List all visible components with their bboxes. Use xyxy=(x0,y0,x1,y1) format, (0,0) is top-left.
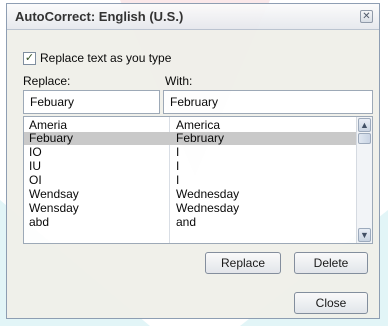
list-row[interactable]: IU I xyxy=(24,160,356,173)
replace-button[interactable]: Replace xyxy=(205,252,281,274)
with-input[interactable]: February xyxy=(163,90,373,114)
list-cell-with: I xyxy=(176,145,180,159)
scroll-down-icon[interactable]: ▼ xyxy=(358,228,371,242)
delete-button[interactable]: Delete xyxy=(294,252,368,274)
autocorrect-dialog: AutoCorrect: English (U.S.) ✕ ✓ Replace … xyxy=(6,3,380,319)
list-cell-replace: Wendsay xyxy=(29,187,79,201)
list-cell-replace: Febuary xyxy=(29,131,74,145)
replace-as-you-type-checkbox[interactable]: ✓ xyxy=(23,51,36,65)
replace-as-you-type-option[interactable]: ✓ Replace text as you type xyxy=(23,50,171,66)
list-cell-with: I xyxy=(176,159,180,173)
list-cell-with: February xyxy=(176,131,225,145)
list-cell-replace: abd xyxy=(29,215,50,229)
close-button[interactable]: Close xyxy=(294,292,368,314)
list-cell-replace: IO xyxy=(29,145,42,159)
replace-as-you-type-label: Replace text as you type xyxy=(40,51,172,65)
list-row[interactable]: abd and xyxy=(24,216,356,229)
close-icon[interactable]: ✕ xyxy=(360,10,373,23)
with-column-label: With: xyxy=(165,74,193,88)
dialog-title: AutoCorrect: English (U.S.) xyxy=(15,9,184,24)
scroll-up-icon[interactable]: ▲ xyxy=(358,118,371,132)
list-row[interactable]: Wendsay Wednesday xyxy=(24,188,356,201)
scroll-thumb[interactable] xyxy=(358,133,371,144)
replace-column-label: Replace: xyxy=(23,74,71,88)
list-cell-with: and xyxy=(176,215,197,229)
list-cell-replace: OI xyxy=(29,173,42,187)
list-row[interactable]: Wensday Wednesday xyxy=(24,202,356,215)
list-cell-with: I xyxy=(176,173,180,187)
list-row[interactable]: IO I xyxy=(24,146,356,159)
list-cell-replace: IU xyxy=(29,159,41,173)
list-row[interactable]: OI I xyxy=(24,174,356,187)
list-scrollbar[interactable]: ▲ ▼ xyxy=(356,117,372,243)
title-bar: AutoCorrect: English (U.S.) ✕ xyxy=(7,4,379,30)
list-cell-with: Wednesday xyxy=(176,187,240,201)
list-cell-with: Wednesday xyxy=(176,201,240,215)
list-cell-replace: Wensday xyxy=(29,201,79,215)
autocorrect-list[interactable]: Ameria America Febuary February IO I IU … xyxy=(23,116,373,244)
list-row-selected[interactable]: Febuary February xyxy=(24,132,356,145)
replace-input[interactable]: Febuary xyxy=(23,90,160,114)
